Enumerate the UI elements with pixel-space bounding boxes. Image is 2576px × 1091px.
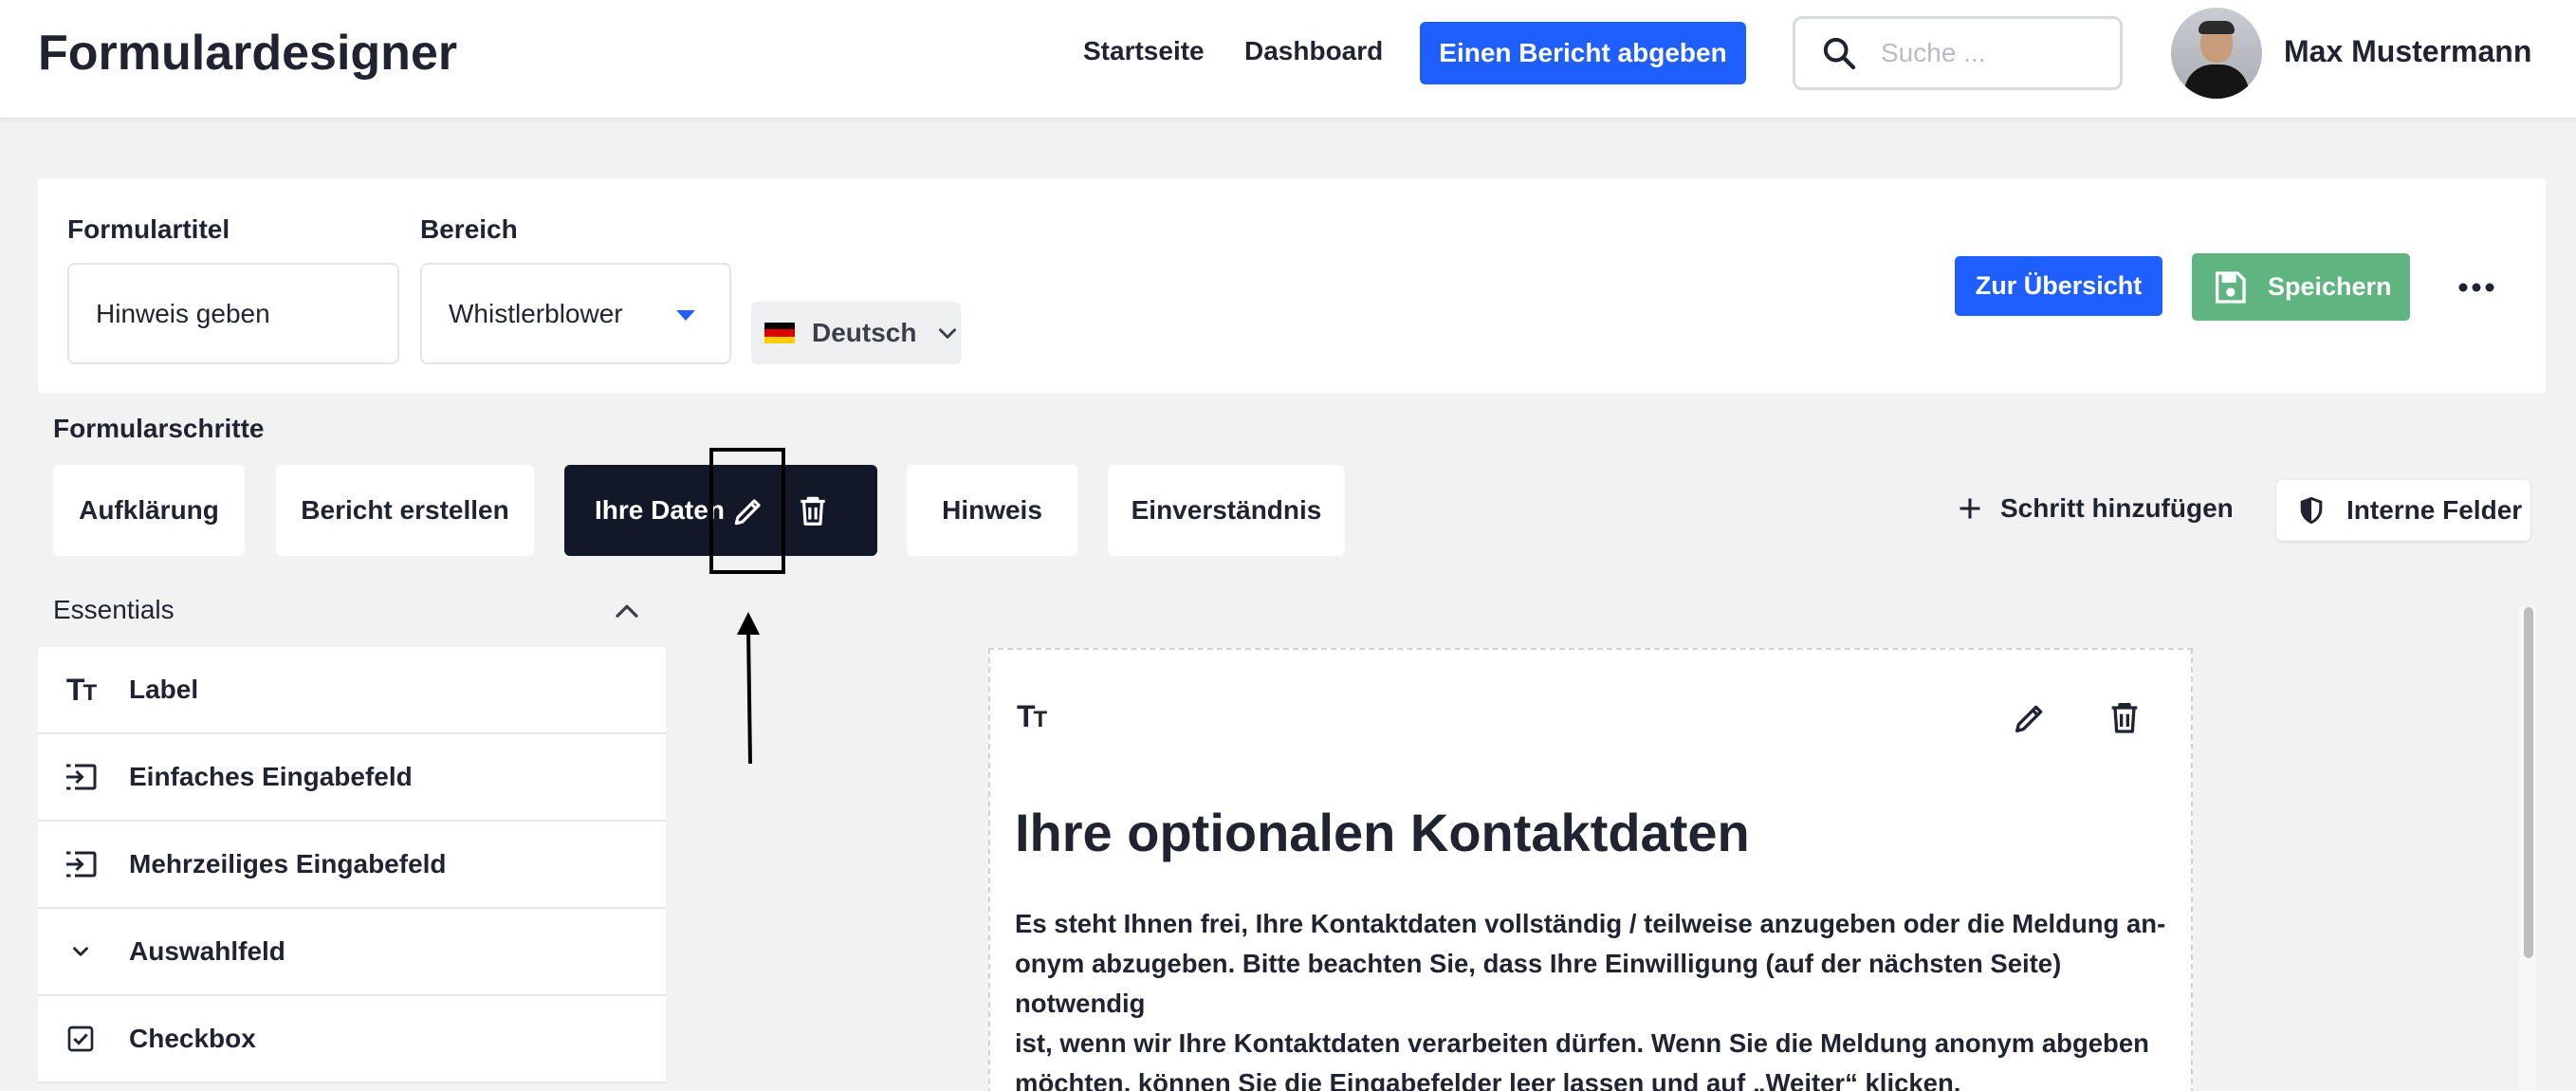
input-icon [63, 846, 99, 882]
palette-item-text: Mehrzeiliges Eingabefeld [129, 849, 447, 878]
language-select[interactable]: Deutsch [751, 302, 961, 364]
palette-item-single-input[interactable]: Einfaches Eingabefeld [38, 734, 666, 822]
palette-item-text: Checkbox [129, 1024, 256, 1053]
step-tab-label: Ihre Daten [595, 495, 725, 525]
chevron-down-icon [63, 934, 99, 970]
input-icon [63, 759, 99, 795]
shield-icon [2300, 496, 2323, 525]
text-size-icon: TT [1017, 699, 1047, 733]
step-tab-einverstaendnis[interactable]: Einverständnis [1108, 465, 1345, 556]
palette-item-checkbox[interactable]: Checkbox [38, 996, 666, 1083]
search-icon [1823, 37, 1856, 70]
field-palette: TT Label Einfaches Eingabefeld Mehrzeili… [38, 647, 666, 1083]
palette-item-multiline-input[interactable]: Mehrzeiliges Eingabefeld [38, 822, 666, 909]
paragraph-line: möchten, können Sie die Eingabefelder le… [1015, 1068, 1961, 1091]
step-tab-hinweis[interactable]: Hinweis [907, 465, 1077, 556]
nav-link-home[interactable]: Startseite [1083, 36, 1205, 66]
step-tab-aufklaerung[interactable]: Aufklärung [53, 465, 245, 556]
palette-item-text: Auswahlfeld [129, 936, 285, 966]
search-box[interactable] [1793, 16, 2123, 90]
palette-item-label[interactable]: TT Label [38, 647, 666, 734]
chevron-up-icon[interactable] [613, 598, 641, 622]
more-options-icon[interactable] [2455, 268, 2498, 306]
highlight-frame [709, 448, 785, 574]
step-tab-bericht-erstellen[interactable]: Bericht erstellen [276, 465, 534, 556]
pencil-icon[interactable] [2011, 699, 2049, 737]
palette-item-text: Einfaches Eingabefeld [129, 762, 413, 791]
chevron-down-icon [939, 328, 957, 339]
paragraph-line: onym abzugeben. Bitte beachten Sie, dass… [1015, 949, 2062, 1018]
top-navigation-bar: Formulardesigner Startseite Dashboard Ei… [0, 0, 2576, 118]
trash-icon[interactable] [795, 491, 831, 529]
area-select[interactable]: Whistlerblower [420, 263, 731, 364]
area-select-value: Whistlerblower [449, 298, 623, 328]
area-label: Bereich [420, 214, 518, 244]
paragraph-line: Es steht Ihnen frei, Ihre Kontaktdaten v… [1015, 909, 2166, 938]
language-value: Deutsch [812, 318, 917, 347]
search-input[interactable] [1881, 38, 2099, 68]
pointer-arrow-icon [737, 612, 760, 764]
text-size-icon: TT [65, 672, 97, 707]
avatar[interactable] [2171, 8, 2262, 99]
plus-icon [1960, 498, 1980, 519]
form-steps-title: Formularschritte [53, 414, 265, 443]
scrollbar-thumb[interactable] [2524, 607, 2533, 958]
overview-button[interactable]: Zur Übersicht [1955, 256, 2162, 316]
save-icon [2216, 270, 2246, 304]
trash-icon[interactable] [2106, 697, 2144, 737]
palette-item-select[interactable]: Auswahlfeld [38, 909, 666, 996]
form-block-label[interactable]: TT Ihre optionalen Kontaktdaten Es steht… [988, 648, 2193, 1091]
form-title-input[interactable]: Hinweis geben [67, 263, 399, 364]
palette-item-text: Label [129, 675, 199, 704]
caret-down-icon [676, 310, 695, 321]
internal-fields-label: Interne Felder [2346, 495, 2523, 525]
internal-fields-button[interactable]: Interne Felder [2276, 480, 2530, 541]
app-title: Formulardesigner [38, 26, 458, 81]
form-title-label: Formulartitel [67, 214, 230, 244]
save-button[interactable]: Speichern [2192, 253, 2410, 321]
save-button-label: Speichern [2268, 272, 2392, 301]
add-step-button[interactable]: Schritt hinzufügen [1957, 493, 2234, 524]
block-paragraph: Es steht Ihnen frei, Ihre Kontaktdaten v… [1015, 904, 2172, 1091]
add-step-label: Schritt hinzufügen [2000, 493, 2234, 523]
block-heading: Ihre optionalen Kontaktdaten [1015, 803, 1750, 862]
german-flag-icon [764, 323, 795, 343]
nav-link-dashboard[interactable]: Dashboard [1244, 36, 1383, 66]
user-name[interactable]: Max Mustermann [2284, 34, 2531, 69]
essentials-section-title[interactable]: Essentials [53, 595, 175, 625]
paragraph-line: ist, wenn wir Ihre Kontaktdaten verarbei… [1015, 1028, 2149, 1058]
submit-report-button[interactable]: Einen Bericht abgeben [1420, 22, 1746, 84]
checkbox-icon [63, 1021, 99, 1057]
